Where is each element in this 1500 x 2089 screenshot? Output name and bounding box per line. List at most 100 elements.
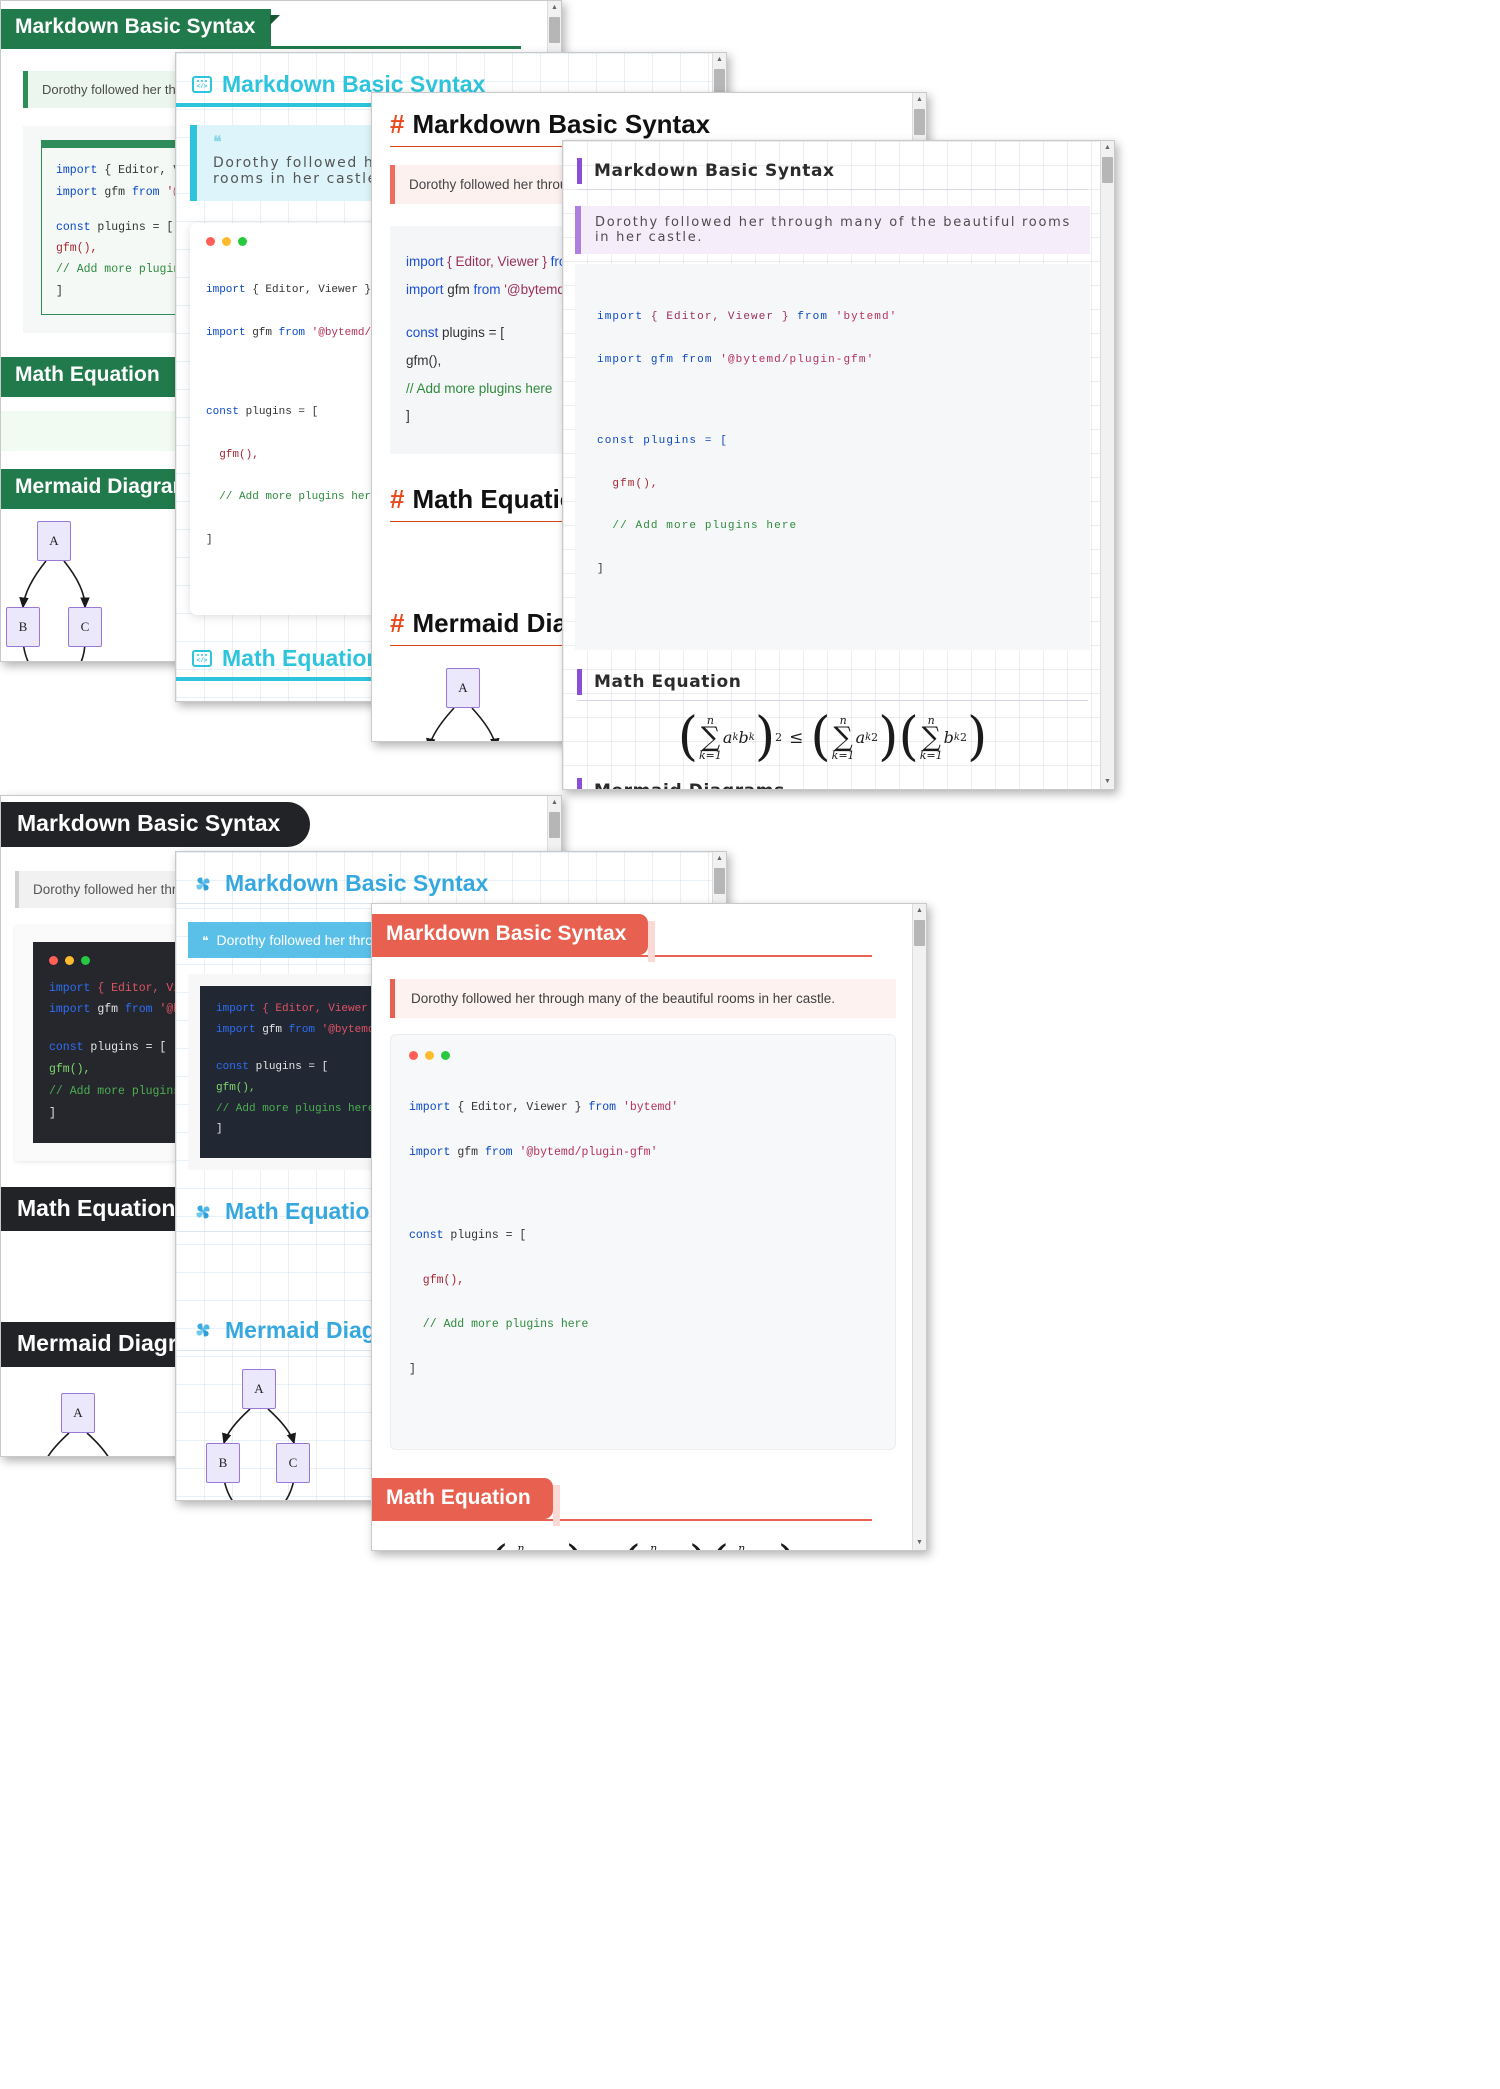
code-text: plugins = [ (635, 434, 728, 447)
sigma-icon: ∑ (921, 721, 941, 753)
scrollbar-thumb[interactable] (914, 920, 925, 946)
code-keyword: const (56, 220, 91, 234)
close-dot-icon (49, 955, 58, 965)
scroll-up-button[interactable]: ▲ (548, 796, 561, 810)
code-block: import { Editor, Viewer } from 'bytemd' … (597, 286, 1068, 624)
code-keyword: from (288, 1023, 316, 1036)
scroll-up-button[interactable]: ▲ (913, 904, 926, 918)
pinwheel-icon (196, 1205, 210, 1219)
code-text: gfm (97, 185, 132, 199)
code-string: 'bytemd' (616, 1100, 679, 1114)
code-comment: // Add more plugins here (409, 1318, 589, 1332)
sum-lower-limit: k=1 (699, 748, 722, 762)
window-purple-theme[interactable]: Markdown Basic Syntax Dorothy followed h… (562, 140, 1115, 790)
heading-text: Math Equation (225, 1198, 384, 1225)
heading-markdown-basic-syntax: Markdown Basic Syntax (577, 153, 1088, 190)
hash-prefix-icon: # (390, 608, 405, 639)
maximize-dot-icon (81, 955, 90, 965)
code-call: gfm(), (49, 1063, 91, 1077)
code-text: ] (56, 284, 63, 298)
superscript-2: 2 (775, 731, 783, 745)
code-keyword: const (206, 405, 240, 418)
code-call: gfm(), (56, 242, 98, 256)
code-keyword: from (797, 311, 829, 324)
code-comment: // Add more plugins here (597, 520, 798, 533)
sum-lower-limit: k=1 (831, 748, 855, 762)
close-dot-icon (409, 1051, 418, 1061)
heading-rule (1, 46, 521, 50)
hash-prefix-icon: # (390, 484, 405, 515)
scroll-down-button[interactable]: ▼ (913, 1536, 926, 1550)
heading-text: Math Equation (222, 644, 381, 671)
code-call: gfm(), (406, 353, 442, 369)
code-keyword: import (206, 327, 246, 340)
code-comment: // Add more plugins here (206, 491, 378, 504)
code-keyword: import (406, 281, 444, 297)
scroll-up-button[interactable]: ▲ (548, 1, 561, 15)
code-keyword: import (406, 254, 444, 269)
code-keyword: const (597, 434, 636, 447)
mermaid-node-a: A (446, 668, 480, 709)
pinwheel-icon (196, 877, 210, 890)
mermaid-node-a: A (61, 1392, 95, 1433)
code-text: plugins = [ (249, 1060, 329, 1073)
code-keyword: from (588, 1100, 617, 1114)
code-comment: // Add more plugins here (406, 380, 553, 396)
code-text: gfm (643, 354, 682, 367)
code-keyword: from (278, 327, 306, 340)
code-block-wrapper: import { Editor, Viewer } from 'bytemd' … (575, 264, 1090, 650)
scroll-up-button[interactable]: ▲ (713, 53, 726, 67)
code-comment: // Add more plugins here (216, 1102, 375, 1115)
code-keyword: import (49, 1003, 91, 1017)
heading-markdown-basic-syntax: Markdown Basic Syntax (1, 9, 281, 47)
scroll-up-button[interactable]: ▲ (1101, 141, 1114, 155)
code-text: { Editor, Viewer } (255, 1003, 388, 1015)
scrollbar-thumb[interactable] (549, 812, 560, 838)
code-keyword: import (409, 1145, 451, 1159)
code-window-icon: </> (192, 649, 212, 667)
heading-math-equation: Math Equation (1, 356, 185, 395)
code-keyword: import (216, 1003, 256, 1015)
window-salmon-theme[interactable]: Markdown Basic Syntax Dorothy followed h… (371, 903, 927, 1551)
code-text: gfm (90, 1003, 125, 1017)
code-call: gfm(), (409, 1273, 465, 1287)
hash-prefix-icon: # (390, 109, 405, 139)
code-keyword: import (206, 284, 246, 297)
code-keyword: import (49, 981, 91, 995)
code-keyword: import (216, 1023, 256, 1036)
scroll-up-button[interactable]: ▲ (913, 93, 926, 107)
code-keyword: const (409, 1228, 444, 1242)
mermaid-node-c: C (276, 1442, 310, 1483)
vertical-scrollbar[interactable]: ▲ ▼ (912, 904, 926, 1550)
code-text: ] (216, 1123, 223, 1136)
heading-markdown-basic-syntax: Markdown Basic Syntax (372, 914, 656, 963)
maximize-dot-icon (441, 1051, 450, 1061)
term-b: b (738, 728, 749, 748)
code-text: gfm (255, 1023, 289, 1036)
scroll-down-button[interactable]: ▼ (1101, 775, 1114, 789)
code-keyword: from (473, 281, 501, 297)
heading-markdown-basic-syntax: Markdown Basic Syntax (1, 802, 311, 847)
sum-upper-limit: n (738, 1541, 746, 1550)
minimize-dot-icon (222, 237, 231, 246)
maximize-dot-icon (238, 237, 247, 246)
heading-text: Markdown Basic Syntax (412, 109, 711, 139)
math-equation: ( n ∑ k=1 akbk )2 ≤ ( n ∑ k=1 ak2 (372, 1521, 914, 1550)
sum-upper-limit: n (517, 1541, 525, 1550)
vertical-scrollbar[interactable]: ▲ ▼ (1100, 141, 1114, 789)
term-a: a (722, 728, 733, 748)
heading-text: Markdown Basic Syntax (225, 870, 489, 896)
scrollbar-thumb[interactable] (914, 109, 925, 135)
heading-mermaid-diagrams: Mermaid Diagrams (577, 773, 1088, 789)
code-text: gfm (450, 1145, 485, 1159)
scrollbar-thumb[interactable] (714, 868, 725, 894)
less-equal-icon: ≤ (789, 727, 804, 748)
term-a: a (855, 728, 866, 748)
code-keyword: import (56, 164, 98, 178)
minimize-dot-icon (65, 955, 74, 965)
code-keyword: from (681, 354, 713, 367)
scroll-up-button[interactable]: ▲ (713, 852, 726, 866)
code-text: plugins = [ (83, 1041, 167, 1055)
scrollbar-thumb[interactable] (549, 17, 560, 43)
scrollbar-thumb[interactable] (1102, 157, 1113, 183)
